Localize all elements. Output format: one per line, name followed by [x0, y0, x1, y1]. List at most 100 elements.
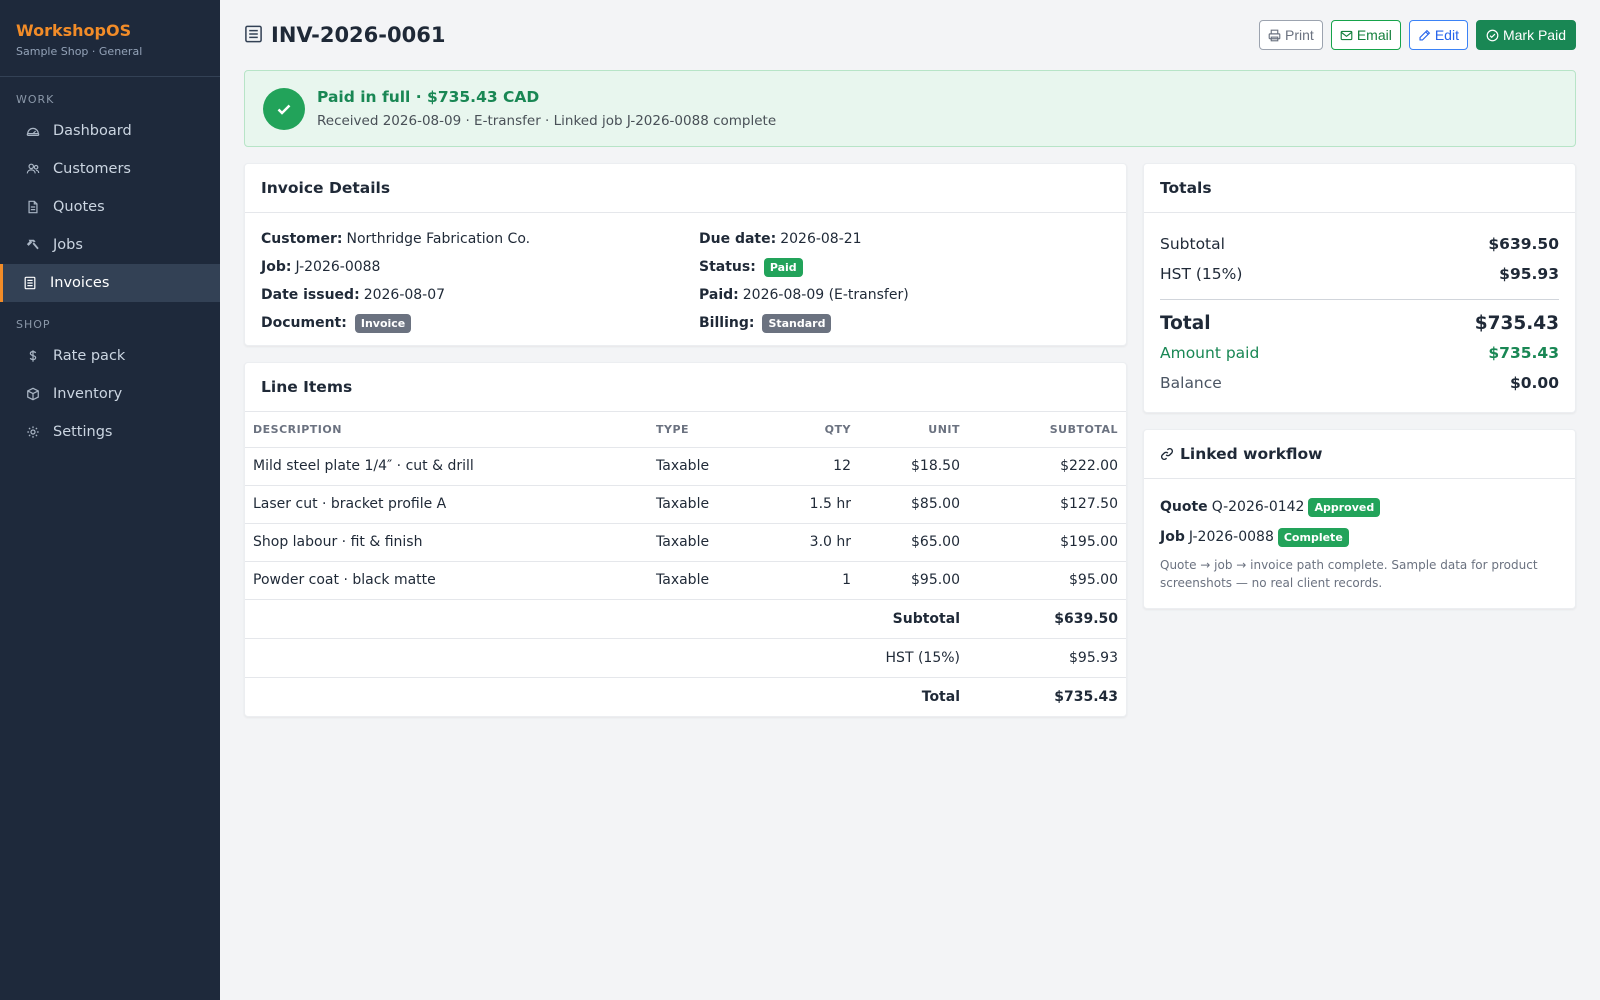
sidebar-item-label: Dashboard — [53, 123, 132, 139]
totals-subtotal-label: Subtotal — [1160, 235, 1225, 253]
subtotal-value: $639.50 — [968, 599, 1126, 639]
divider — [1160, 299, 1559, 300]
sidebar-item-quotes[interactable]: Quotes — [0, 188, 220, 226]
sidebar-item-jobs[interactable]: Jobs — [0, 226, 220, 264]
brand: WorkshopOS Sample Shop · General — [0, 0, 220, 77]
cell-type: Taxable — [648, 523, 758, 562]
amount-paid-value: $735.43 — [1488, 344, 1559, 362]
column-header-qty: QTY — [758, 412, 859, 448]
main-content: INV-2026-0061 Print Email Edit Mark Paid — [244, 0, 1576, 717]
job-label: Job — [1160, 529, 1185, 545]
dollar-icon — [25, 348, 41, 364]
customers-icon — [25, 161, 41, 177]
sidebar-item-settings[interactable]: Settings — [0, 413, 220, 451]
sidebar-item-label: Invoices — [50, 275, 110, 291]
column-header-subtotal: SUBTOTAL — [968, 412, 1126, 448]
cell-qty: 1 — [758, 561, 859, 600]
sidebar-item-label: Rate pack — [53, 348, 126, 364]
hammer-icon — [25, 237, 41, 253]
cell-unit: $95.00 — [859, 561, 968, 600]
cell-subtotal: $127.50 — [968, 485, 1126, 524]
job-value[interactable]: J-2026-0088 — [295, 259, 380, 275]
page-title: INV-2026-0061 — [271, 23, 446, 47]
sidebar-item-rate-pack[interactable]: Rate pack — [0, 337, 220, 375]
job-status-badge: Complete — [1277, 527, 1349, 547]
paid-field: Paid: 2026-08-09 (E-transfer) — [699, 286, 1110, 304]
linked-job[interactable]: Job J-2026-0088 Complete — [1160, 526, 1559, 548]
amount-paid-label: Amount paid — [1160, 344, 1260, 362]
edit-button[interactable]: Edit — [1408, 20, 1468, 50]
totals-total-label: Total — [1160, 312, 1211, 334]
table-row: Powder coat · black matte Taxable 1 $95.… — [245, 561, 1126, 600]
cell-unit: $18.50 — [859, 447, 968, 486]
header-actions: Print Email Edit Mark Paid — [1259, 20, 1576, 50]
sidebar-item-customers[interactable]: Customers — [0, 150, 220, 188]
sidebar-item-label: Customers — [53, 161, 131, 177]
quote-label: Quote — [1160, 499, 1208, 515]
cell-unit: $65.00 — [859, 523, 968, 562]
print-button[interactable]: Print — [1259, 20, 1323, 50]
hst-value: $95.93 — [968, 638, 1126, 678]
app-name[interactable]: WorkshopOS — [16, 21, 204, 40]
quote-id[interactable]: Q-2026-0142 — [1212, 499, 1305, 515]
due-date-field: Due date: 2026-08-21 — [699, 230, 1110, 248]
total-label: Total — [921, 688, 960, 705]
card-title: Linked workflow — [1180, 445, 1323, 463]
sidebar-item-invoices[interactable]: Invoices — [0, 264, 220, 302]
paid-banner: Paid in full · $735.43 CAD Received 2026… — [244, 70, 1576, 147]
subtotal-row: Subtotal $639.50 — [245, 599, 1126, 639]
cell-subtotal: $95.00 — [968, 561, 1126, 600]
subtotal-label: Subtotal — [245, 599, 968, 639]
cell-qty: 12 — [758, 447, 859, 486]
table-row: Shop labour · fit & finish Taxable 3.0 h… — [245, 523, 1126, 562]
linked-quote[interactable]: Quote Q-2026-0142 Approved — [1160, 496, 1559, 518]
sidebar-item-label: Quotes — [53, 199, 105, 215]
edit-label: Edit — [1434, 27, 1459, 43]
quotes-icon — [25, 199, 41, 215]
banner-subtitle: Received 2026-08-09 · E-transfer · Linke… — [317, 113, 777, 129]
job-id[interactable]: J-2026-0088 — [1189, 529, 1274, 545]
cell-description: Laser cut · bracket profile A — [245, 485, 648, 524]
totals-subtotal-value: $639.50 — [1488, 235, 1559, 253]
quote-status-badge: Approved — [1308, 497, 1381, 517]
dashboard-icon — [25, 123, 41, 139]
field-label: Job: — [261, 259, 292, 275]
line-items-table: DESCRIPTION TYPE QTY UNIT SUBTOTAL Mild … — [245, 412, 1126, 716]
nav-section-shop: SHOP — [16, 318, 51, 331]
totals-total-value: $735.43 — [1474, 312, 1559, 334]
cell-subtotal: $222.00 — [968, 447, 1126, 486]
invoice-icon — [244, 24, 264, 46]
customer-value[interactable]: Northridge Fabrication Co. — [346, 231, 530, 247]
box-icon — [25, 386, 41, 402]
totals-hst-row: HST (15%) $95.93 — [1160, 259, 1559, 289]
cell-type: Taxable — [648, 485, 758, 524]
mark-paid-label: Mark Paid — [1502, 27, 1566, 43]
cell-qty: 3.0 hr — [758, 523, 859, 562]
sidebar-item-inventory[interactable]: Inventory — [0, 375, 220, 413]
totals-card: Totals Subtotal $639.50 HST (15%) $95.93 T… — [1143, 163, 1576, 413]
document-field: Document: Invoice — [261, 313, 699, 333]
email-button[interactable]: Email — [1330, 20, 1401, 50]
balance-row: Balance $0.00 — [1160, 368, 1559, 398]
column-header-unit: UNIT — [859, 412, 968, 448]
cell-description: Powder coat · black matte — [245, 561, 648, 600]
card-title: Line Items — [245, 363, 1126, 412]
table-row: Laser cut · bracket profile A Taxable 1.… — [245, 485, 1126, 524]
check-icon — [263, 87, 305, 130]
shop-name: Sample Shop · General — [16, 45, 143, 58]
customer-field: Customer: Northridge Fabrication Co. — [261, 230, 699, 248]
envelope-icon — [1340, 30, 1353, 40]
totals-total-row: Total $735.43 — [1160, 308, 1559, 338]
totals-subtotal-row: Subtotal $639.50 — [1160, 229, 1559, 259]
due-date-value: 2026-08-21 — [780, 231, 862, 247]
cell-description: Mild steel plate 1/4″ · cut & drill — [245, 447, 648, 486]
table-row: Mild steel plate 1/4″ · cut & drill Taxa… — [245, 447, 1126, 486]
mark-paid-button[interactable]: Mark Paid — [1475, 20, 1576, 50]
cell-qty: 1.5 hr — [758, 485, 859, 524]
sidebar-item-dashboard[interactable]: Dashboard — [0, 112, 220, 150]
pencil-icon — [1419, 29, 1431, 41]
amount-paid-row: Amount paid $735.43 — [1160, 338, 1559, 368]
field-label: Status: — [699, 259, 756, 275]
sidebar-item-label: Jobs — [53, 237, 83, 253]
cell-unit: $85.00 — [859, 485, 968, 524]
